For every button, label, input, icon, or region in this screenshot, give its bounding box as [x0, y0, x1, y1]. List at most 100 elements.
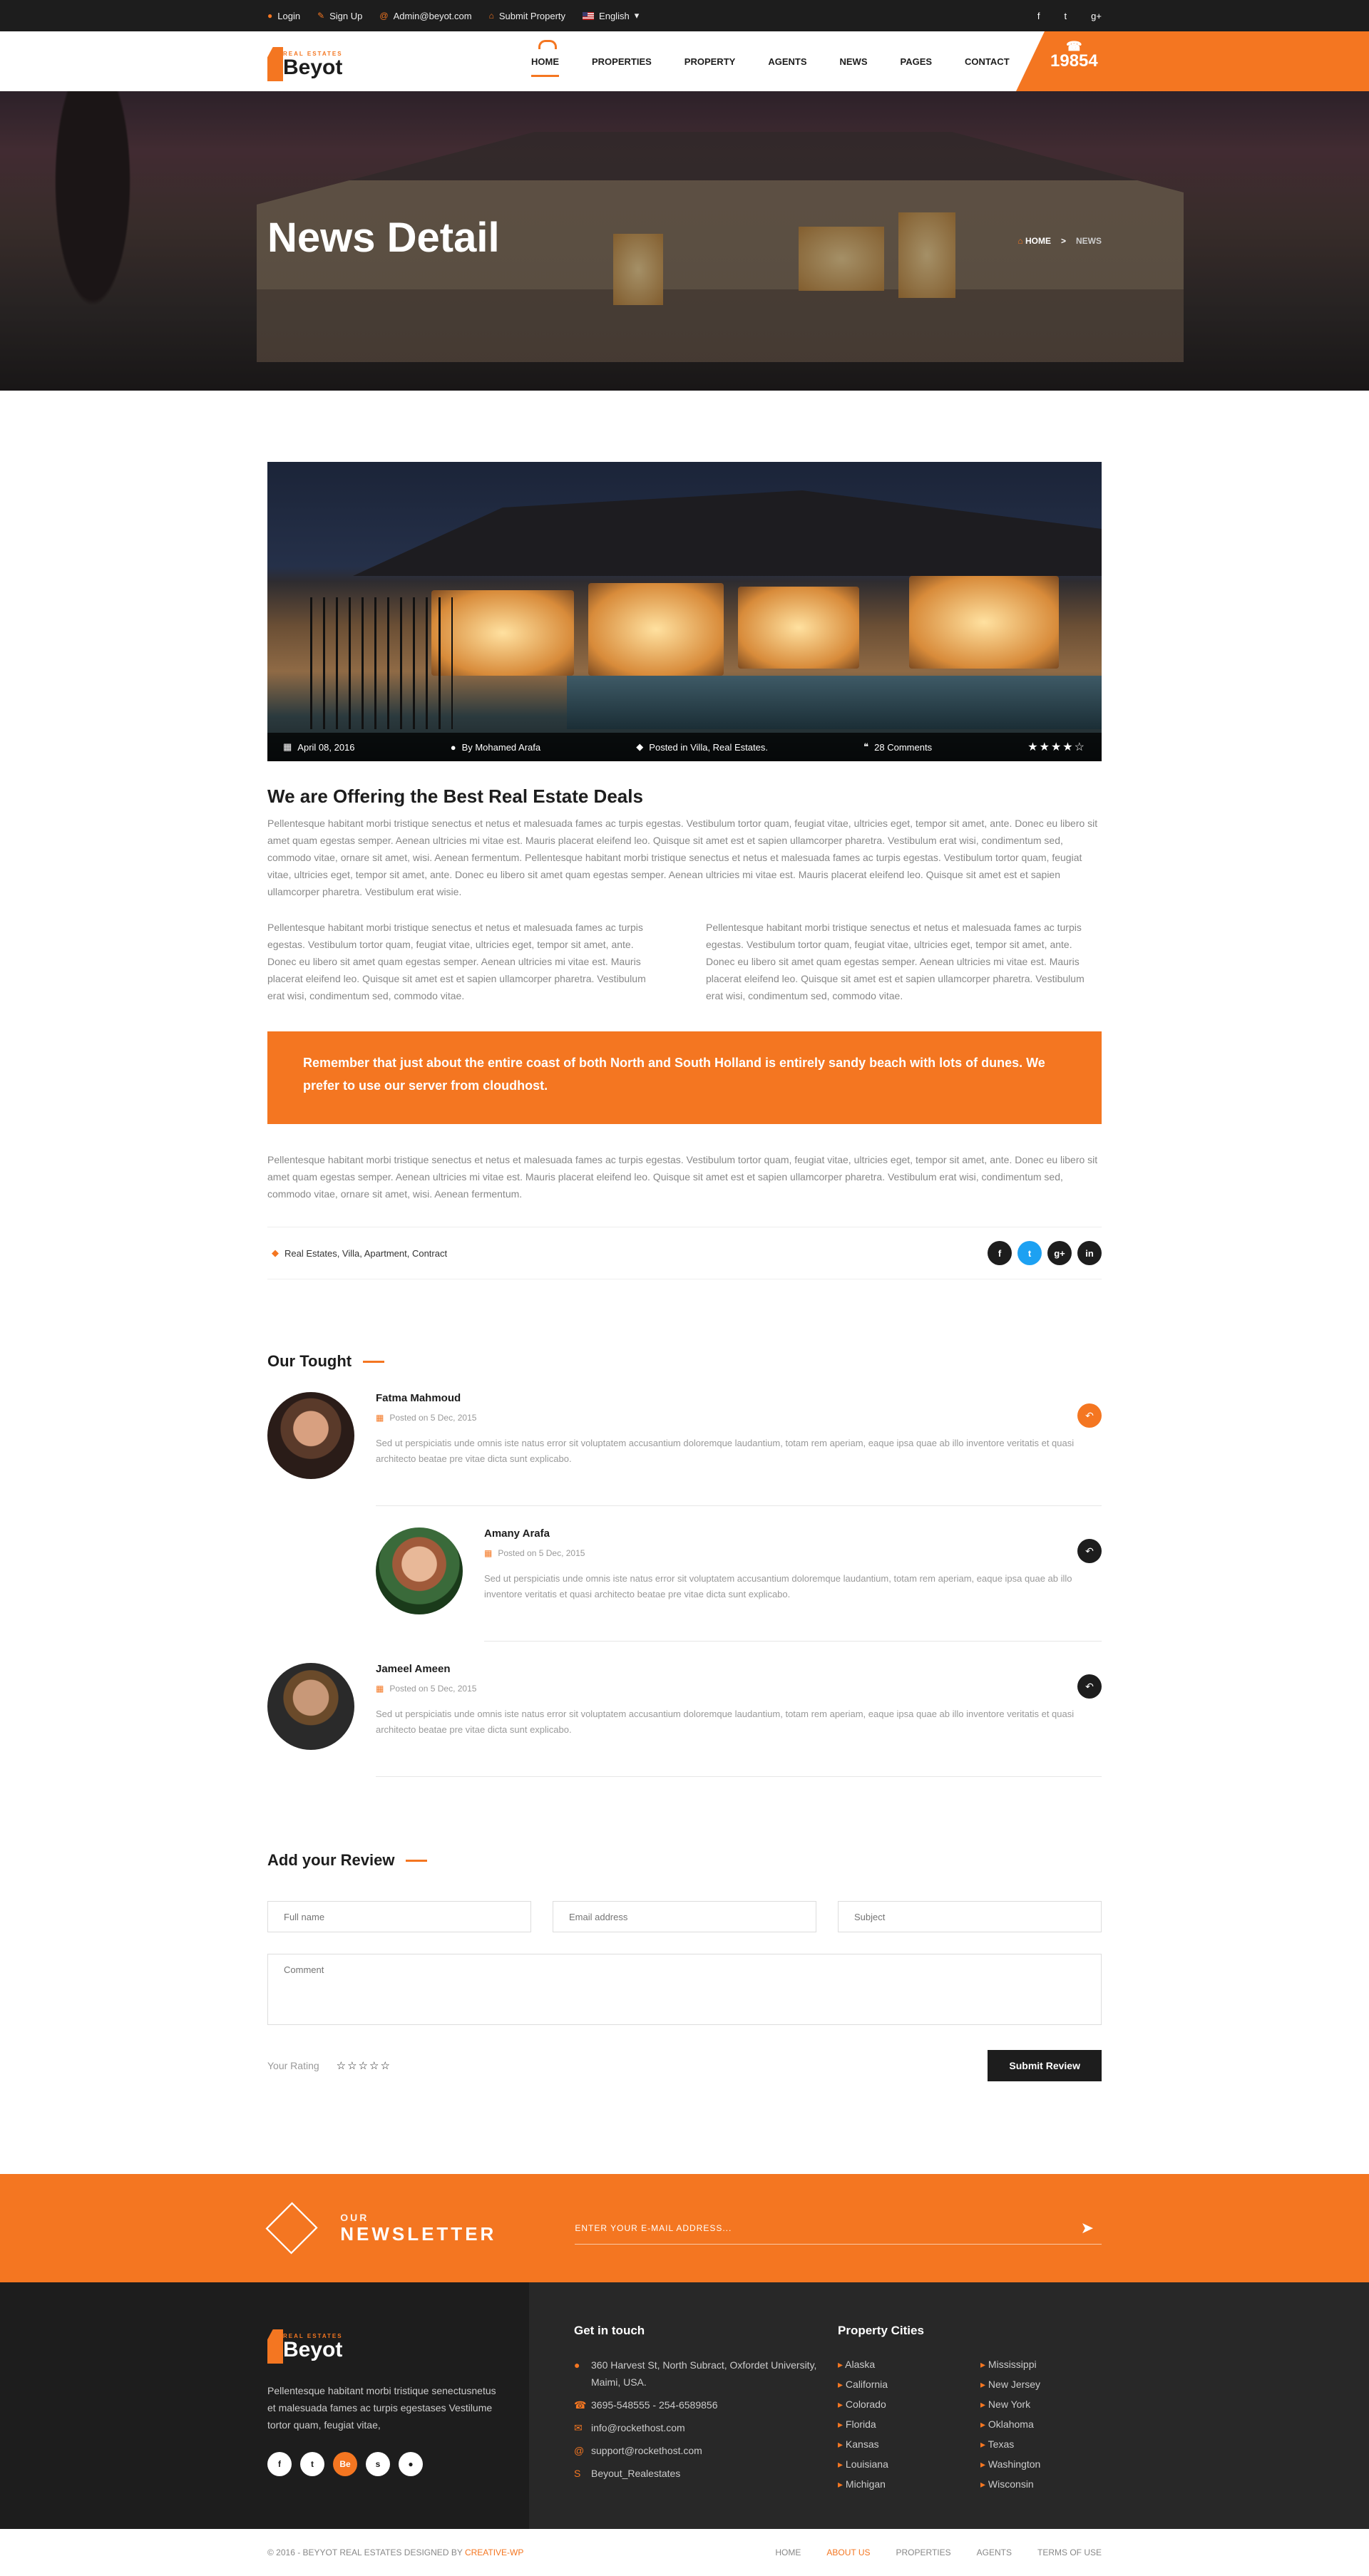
newsletter-email-input[interactable]: ENTER YOUR E-MAIL ADDRESS...	[575, 2223, 732, 2233]
newsletter-section: OUR NEWSLETTER ENTER YOUR E-MAIL ADDRESS…	[0, 2174, 1369, 2282]
share-twitter-icon[interactable]: t	[1017, 1241, 1042, 1265]
send-icon[interactable]: ➤	[1081, 2219, 1094, 2237]
footer-contact-heading: Get in touch	[574, 2324, 645, 2337]
breadcrumb-home[interactable]: ⌂ HOME	[1017, 236, 1051, 246]
city-link[interactable]: Oklahoma	[980, 2416, 1094, 2432]
reply-icon[interactable]: ↶	[1077, 1674, 1102, 1699]
apple-icon[interactable]: ●	[399, 2452, 423, 2476]
user-icon: ●	[267, 11, 273, 21]
breadcrumb: ⌂ HOME > NEWS	[1017, 236, 1102, 246]
footer-logo[interactable]: REAL ESTATES Beyot	[267, 2324, 353, 2364]
comments-section: Our Tought Fatma Mahmoud ▦ Posted on 5 De…	[267, 1352, 1102, 1777]
facebook-icon[interactable]: f	[267, 2452, 292, 2476]
twitter-icon[interactable]: t	[300, 2452, 324, 2476]
map-pin-icon: ●	[574, 2359, 580, 2371]
footer-email-support[interactable]: support@rockethost.com	[591, 2442, 702, 2459]
phone-number: 19854	[1050, 51, 1098, 71]
submit-review-button[interactable]: Submit Review	[988, 2050, 1102, 2081]
review-heading: Add your Review	[267, 1851, 1102, 1870]
logo-mark-icon	[267, 2329, 283, 2364]
fullname-field[interactable]	[267, 1901, 531, 1932]
calendar-icon: ▦	[484, 1548, 493, 1558]
designer-link[interactable]: CREATIVE-WP	[465, 2547, 523, 2557]
envelope-icon	[265, 2202, 318, 2255]
skype-icon[interactable]: s	[366, 2452, 390, 2476]
twitter-icon[interactable]: t	[1065, 11, 1067, 21]
google-plus-icon[interactable]: g+	[1091, 11, 1102, 21]
city-link[interactable]: Colorado	[838, 2396, 980, 2412]
city-link[interactable]: Mississippi	[980, 2356, 1094, 2372]
comment-field[interactable]	[267, 1954, 1102, 2025]
footer-link-about[interactable]: ABOUT US	[826, 2547, 870, 2557]
post-comments-count[interactable]: 28 Comments	[874, 742, 932, 753]
reply-icon[interactable]: ↶	[1077, 1403, 1102, 1428]
language-select[interactable]: English ▾	[583, 10, 639, 21]
nav-pages[interactable]: PAGES	[900, 31, 932, 91]
comment-date: Posted on 5 Dec, 2015	[389, 1413, 477, 1423]
site-logo[interactable]: REAL ESTATES Beyot	[267, 41, 353, 81]
nav-property[interactable]: PROPERTY	[684, 31, 736, 91]
post-column-right: Pellentesque habitant morbi tristique se…	[706, 922, 1085, 1001]
tag-icon: ◆	[636, 741, 644, 752]
breadcrumb-separator: >	[1060, 236, 1066, 246]
city-link[interactable]: Florida	[838, 2416, 980, 2432]
share-linkedin-icon[interactable]: in	[1077, 1241, 1102, 1265]
comment-date: Posted on 5 Dec, 2015	[498, 1548, 585, 1558]
calendar-icon: ▦	[283, 741, 292, 752]
footer-email-info[interactable]: info@rockethost.com	[591, 2419, 685, 2436]
footer-cities: Property Cities Alaska Mississippi Calif…	[838, 2324, 1094, 2529]
city-link[interactable]: Kansas	[838, 2436, 980, 2452]
footer-skype[interactable]: Beyout_Realestates	[591, 2465, 680, 2482]
page-banner: News Detail ⌂ HOME > NEWS	[0, 91, 1369, 391]
rating-label: Your Rating	[267, 2060, 319, 2071]
city-link[interactable]: New Jersey	[980, 2376, 1094, 2392]
main-nav: HOME PROPERTIES PROPERTY AGENTS NEWS PAG…	[531, 31, 1010, 91]
footer-link-terms[interactable]: TERMS OF USE	[1037, 2547, 1102, 2557]
footer-link-home[interactable]: HOME	[775, 2547, 801, 2557]
comment-date: Posted on 5 Dec, 2015	[389, 1684, 477, 1694]
comment-text: Sed ut perspiciatis unde omnis iste natu…	[484, 1573, 1072, 1599]
subject-field[interactable]	[838, 1901, 1102, 1932]
comment-item: Fatma Mahmoud ▦ Posted on 5 Dec, 2015 Sed…	[267, 1392, 1102, 1506]
phone-box: ☎ 19854	[1016, 31, 1369, 91]
rating-stars-input[interactable]: ☆☆☆☆☆	[337, 2059, 391, 2072]
city-link[interactable]: California	[838, 2376, 980, 2392]
email-icon: ✉	[574, 2422, 583, 2433]
calendar-icon: ▦	[376, 1413, 384, 1423]
city-link[interactable]: Washington	[980, 2456, 1094, 2472]
nav-contact[interactable]: CONTACT	[965, 31, 1010, 91]
city-link[interactable]: Alaska	[838, 2356, 980, 2372]
signup-link[interactable]: ✎ Sign Up	[317, 11, 362, 21]
nav-home[interactable]: HOME	[531, 31, 559, 91]
city-link[interactable]: Louisiana	[838, 2456, 980, 2472]
submit-property-link[interactable]: ⌂ Submit Property	[489, 11, 565, 21]
facebook-icon[interactable]: f	[1037, 11, 1040, 21]
footer-link-agents[interactable]: AGENTS	[977, 2547, 1012, 2557]
post-meta-bar: ▦ April 08, 2016 ● By Mohamed Arafa ◆ Poste…	[267, 733, 1102, 761]
city-link[interactable]: Wisconsin	[980, 2476, 1094, 2492]
logo-mark-icon	[267, 47, 283, 81]
user-icon: ●	[450, 741, 456, 753]
post-tags[interactable]: Real Estates, Villa, Apartment, Contract	[284, 1248, 447, 1259]
email-link[interactable]: @ Admin@beyot.com	[379, 11, 471, 21]
nav-agents[interactable]: AGENTS	[768, 31, 806, 91]
behance-icon[interactable]: Be	[333, 2452, 357, 2476]
nav-properties[interactable]: PROPERTIES	[592, 31, 652, 91]
city-link[interactable]: Texas	[980, 2436, 1094, 2452]
post-author[interactable]: By Mohamed Arafa	[462, 742, 541, 753]
reply-icon[interactable]: ↶	[1077, 1539, 1102, 1563]
nav-news[interactable]: NEWS	[839, 31, 867, 91]
home-icon: ⌂	[488, 11, 494, 21]
footer-link-properties[interactable]: PROPERTIES	[896, 2547, 951, 2557]
share-google-plus-icon[interactable]: g+	[1047, 1241, 1072, 1265]
comment-item: Jameel Ameen ▦ Posted on 5 Dec, 2015 Sed …	[267, 1663, 1102, 1777]
share-facebook-icon[interactable]: f	[988, 1241, 1012, 1265]
post-category[interactable]: Posted in Villa, Real Estates.	[649, 742, 768, 753]
comment-item: Amany Arafa ▦ Posted on 5 Dec, 2015 Sed u…	[376, 1527, 1102, 1642]
city-link[interactable]: New York	[980, 2396, 1094, 2412]
logo-name: Beyot	[283, 2338, 343, 2361]
city-link[interactable]: Michigan	[838, 2476, 980, 2492]
email-field[interactable]	[553, 1901, 816, 1932]
pencil-icon: ✎	[317, 11, 325, 21]
login-link[interactable]: ● Login	[267, 11, 300, 21]
